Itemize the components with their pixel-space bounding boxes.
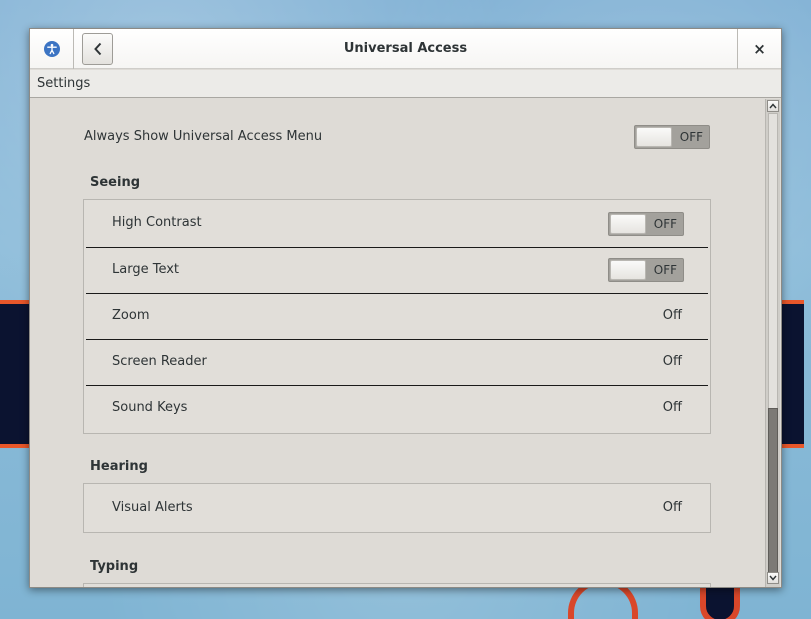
hearing-section-title: Hearing [90, 459, 148, 474]
universal-access-icon [43, 41, 60, 57]
universal-access-menu-button[interactable] [30, 29, 74, 69]
switch-state: OFF [653, 217, 677, 231]
visual-alerts-label: Visual Alerts [112, 500, 193, 515]
always-show-label: Always Show Universal Access Menu [84, 129, 323, 144]
row-high-contrast[interactable]: High Contrast OFF [84, 200, 710, 246]
switch-state: OFF [679, 130, 703, 144]
chevron-left-icon [93, 42, 101, 56]
scroll-thumb[interactable] [768, 408, 778, 576]
switch-knob [610, 260, 646, 280]
zoom-label: Zoom [112, 308, 150, 323]
row-screen-reader[interactable]: Screen Reader Off [84, 339, 710, 385]
scroll-down-button[interactable] [767, 572, 779, 584]
menu-settings[interactable]: Settings [37, 76, 90, 91]
zoom-value: Off [662, 308, 682, 323]
scroll-track[interactable] [768, 113, 778, 576]
high-contrast-label: High Contrast [112, 215, 202, 230]
hearing-group: Visual Alerts Off [83, 483, 711, 533]
settings-window: Universal Access × Settings Always Show … [29, 28, 782, 588]
always-show-switch[interactable]: OFF [634, 125, 710, 149]
switch-state: OFF [653, 263, 677, 277]
arrow-down-icon [769, 575, 777, 581]
sound-keys-value: Off [662, 400, 682, 415]
typing-section-title: Typing [90, 559, 139, 574]
screen-reader-value: Off [662, 354, 682, 369]
vertical-scrollbar[interactable] [765, 99, 780, 587]
seeing-section-title: Seeing [90, 175, 141, 190]
titlebar: Universal Access × [30, 29, 781, 69]
screen-reader-label: Screen Reader [112, 354, 207, 369]
row-visual-alerts[interactable]: Visual Alerts Off [84, 485, 710, 531]
typing-group [83, 583, 711, 587]
menubar: Settings [30, 70, 781, 98]
large-text-switch[interactable]: OFF [608, 258, 684, 282]
row-zoom[interactable]: Zoom Off [84, 293, 710, 339]
switch-knob [610, 214, 646, 234]
switch-knob [636, 127, 672, 147]
content-area: Always Show Universal Access Menu OFF Se… [30, 99, 763, 587]
back-button[interactable] [82, 33, 113, 65]
close-button[interactable]: × [737, 29, 781, 69]
row-sound-keys[interactable]: Sound Keys Off [84, 385, 710, 431]
sound-keys-label: Sound Keys [112, 400, 188, 415]
large-text-label: Large Text [112, 262, 179, 277]
seeing-group: High Contrast OFF Large Text OFF Zoom Of… [83, 199, 711, 434]
close-icon: × [753, 40, 766, 58]
row-large-text[interactable]: Large Text OFF [84, 247, 710, 293]
arrow-up-icon [769, 103, 777, 109]
scroll-up-button[interactable] [767, 100, 779, 112]
window-title: Universal Access [343, 41, 468, 56]
visual-alerts-value: Off [662, 500, 682, 515]
high-contrast-switch[interactable]: OFF [608, 212, 684, 236]
